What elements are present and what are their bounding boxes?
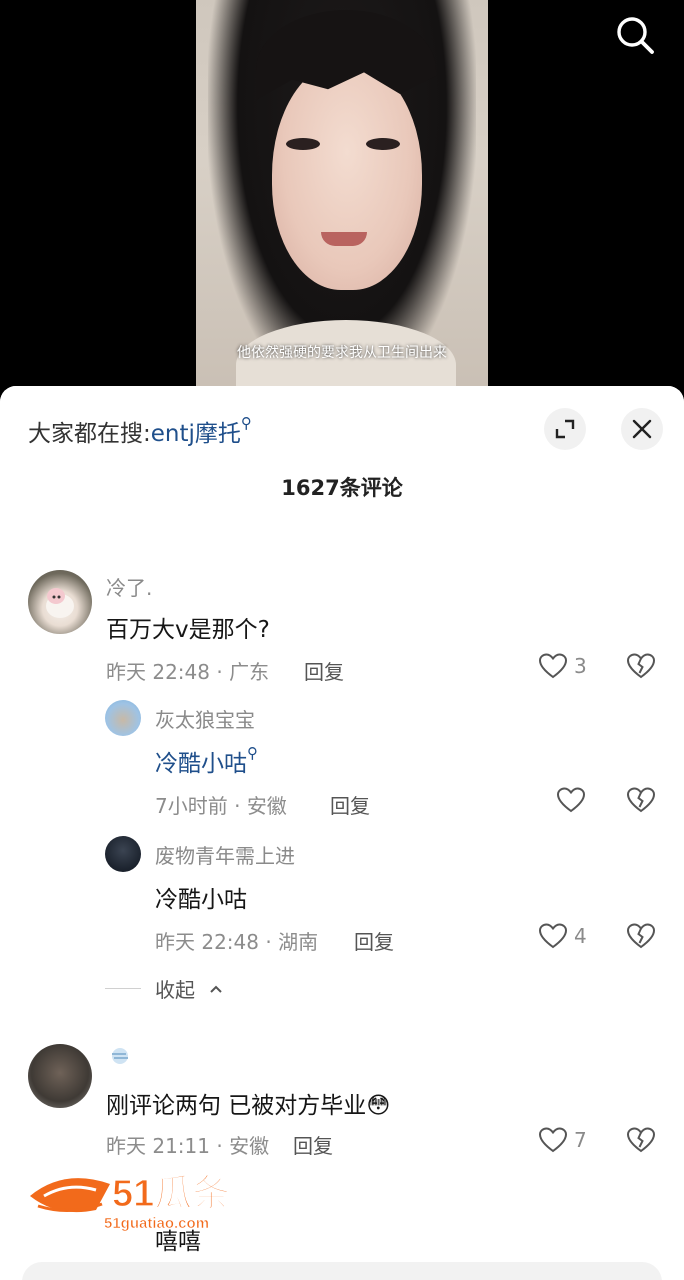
- comment-count: 1627条评论: [281, 476, 403, 500]
- svg-text:51guatiao.com: 51guatiao.com: [104, 1215, 209, 1232]
- close-icon: [632, 419, 652, 439]
- dislike-button[interactable]: [626, 922, 656, 954]
- close-button[interactable]: [621, 408, 663, 450]
- reply-time: 7小时前: [155, 794, 228, 818]
- comment-time: 昨天 22:48: [106, 660, 210, 684]
- comment-input[interactable]: [22, 1262, 662, 1280]
- dislike-button[interactable]: [626, 786, 656, 818]
- comment-sheet: 大家都在搜:entj摩托⚲ 1627条评论 冷了. 百万大v是那个? 昨天 22…: [0, 386, 684, 1280]
- heart-icon: [538, 1127, 568, 1153]
- reply-location: 湖南: [278, 930, 319, 954]
- broken-heart-icon: [626, 653, 656, 679]
- collapse-replies-button[interactable]: 收起: [105, 974, 223, 1003]
- video-subtitle: 他依然强硬的要求我从卫生间出来: [237, 345, 447, 361]
- broken-heart-icon: [626, 1127, 656, 1153]
- like-button[interactable]: [556, 786, 586, 814]
- comment-text-value: 刚评论两句 已被对方毕业: [106, 1093, 367, 1119]
- reply-meta: 7小时前 · 安徽: [155, 794, 287, 818]
- reply-button[interactable]: 回复: [304, 656, 344, 685]
- video-player[interactable]: 他依然强硬的要求我从卫生间出来: [0, 0, 684, 400]
- reply-location: 安徽: [246, 794, 287, 818]
- avatar[interactable]: [105, 700, 141, 736]
- comment-time: 昨天 21:11: [106, 1134, 210, 1158]
- avatar-image: [46, 588, 74, 618]
- broken-heart-icon: [626, 787, 656, 813]
- hot-search-keyword[interactable]: entj摩托: [151, 421, 241, 447]
- expand-button[interactable]: [544, 408, 586, 450]
- reply-text: 冷酷小咕: [155, 887, 247, 913]
- video-eye: [286, 138, 320, 150]
- broken-heart-icon: [626, 923, 656, 949]
- wind-icon: [112, 1048, 128, 1064]
- comment-username[interactable]: 冷了.: [106, 572, 152, 601]
- hot-search-link[interactable]: 大家都在搜:entj摩托⚲: [28, 414, 252, 448]
- like-count: 3: [574, 654, 587, 678]
- like-count: 7: [574, 1128, 587, 1152]
- heart-icon: [538, 923, 568, 949]
- heart-icon: [538, 653, 568, 679]
- comment-text: 百万大v是那个?: [106, 617, 270, 643]
- site-watermark: 51瓜条 51guatiao.com: [24, 1162, 264, 1232]
- chevron-up-icon: [210, 985, 222, 993]
- watermark-logo: 51瓜条 51guatiao.com: [30, 1172, 231, 1232]
- reply-time: 昨天 22:48: [155, 930, 259, 954]
- reply-button[interactable]: 回复: [330, 790, 370, 819]
- like-button[interactable]: 7: [538, 1126, 587, 1154]
- comment-meta: 昨天 22:48 · 广东: [106, 660, 270, 684]
- collapse-label: 收起: [155, 978, 195, 1002]
- search-button[interactable]: [614, 14, 658, 58]
- video-face: [272, 60, 422, 290]
- search-icon: [617, 17, 654, 54]
- reply-button[interactable]: 回复: [354, 926, 394, 955]
- reply-username[interactable]: 废物青年需上进: [155, 840, 295, 869]
- hot-search-prefix: 大家都在搜:: [28, 421, 151, 447]
- dislike-button[interactable]: [626, 652, 656, 684]
- reply-item: 灰太狼宝宝 冷酷小咕⚲ 7小时前 · 安徽 回复: [0, 696, 684, 819]
- dislike-button[interactable]: [626, 1126, 656, 1158]
- reply-text-value: 冷酷小咕: [155, 751, 247, 777]
- reply-username[interactable]: 灰太狼宝宝: [155, 704, 255, 733]
- comment-meta: 昨天 21:11 · 安徽: [106, 1134, 270, 1158]
- reply-item: 废物青年需上进 冷酷小咕 昨天 22:48 · 湖南 回复 4: [0, 832, 684, 955]
- avatar[interactable]: [28, 1044, 92, 1108]
- comment-location: 安徽: [229, 1134, 270, 1158]
- avatar[interactable]: [28, 570, 92, 634]
- flushed-emoji-icon: 😳: [366, 1093, 391, 1119]
- like-button[interactable]: 4: [538, 922, 587, 950]
- divider: [105, 988, 141, 989]
- like-button[interactable]: 3: [538, 652, 587, 680]
- heart-icon: [556, 787, 586, 813]
- video-mouth: [321, 232, 367, 246]
- reply-meta: 昨天 22:48 · 湖南: [155, 930, 319, 954]
- comment-location: 广东: [229, 660, 270, 684]
- comment-sheet-header: 大家都在搜:entj摩托⚲ 1627条评论: [0, 386, 684, 514]
- svg-text:51瓜条: 51瓜条: [112, 1173, 230, 1215]
- reply-button[interactable]: 回复: [293, 1130, 333, 1159]
- comment-item: 刚评论两句 已被对方毕业😳 昨天 21:11 · 安徽 回复 7: [0, 1042, 684, 1172]
- video-eye: [366, 138, 400, 150]
- search-icon: ⚲: [247, 744, 258, 762]
- video-frame[interactable]: 他依然强硬的要求我从卫生间出来: [196, 0, 488, 400]
- search-icon: ⚲: [240, 414, 252, 432]
- like-count: 4: [574, 924, 587, 948]
- reply-text[interactable]: 冷酷小咕⚲: [155, 744, 258, 778]
- comment-text: 刚评论两句 已被对方毕业😳: [106, 1086, 390, 1120]
- avatar[interactable]: [105, 836, 141, 872]
- expand-icon: [555, 419, 575, 439]
